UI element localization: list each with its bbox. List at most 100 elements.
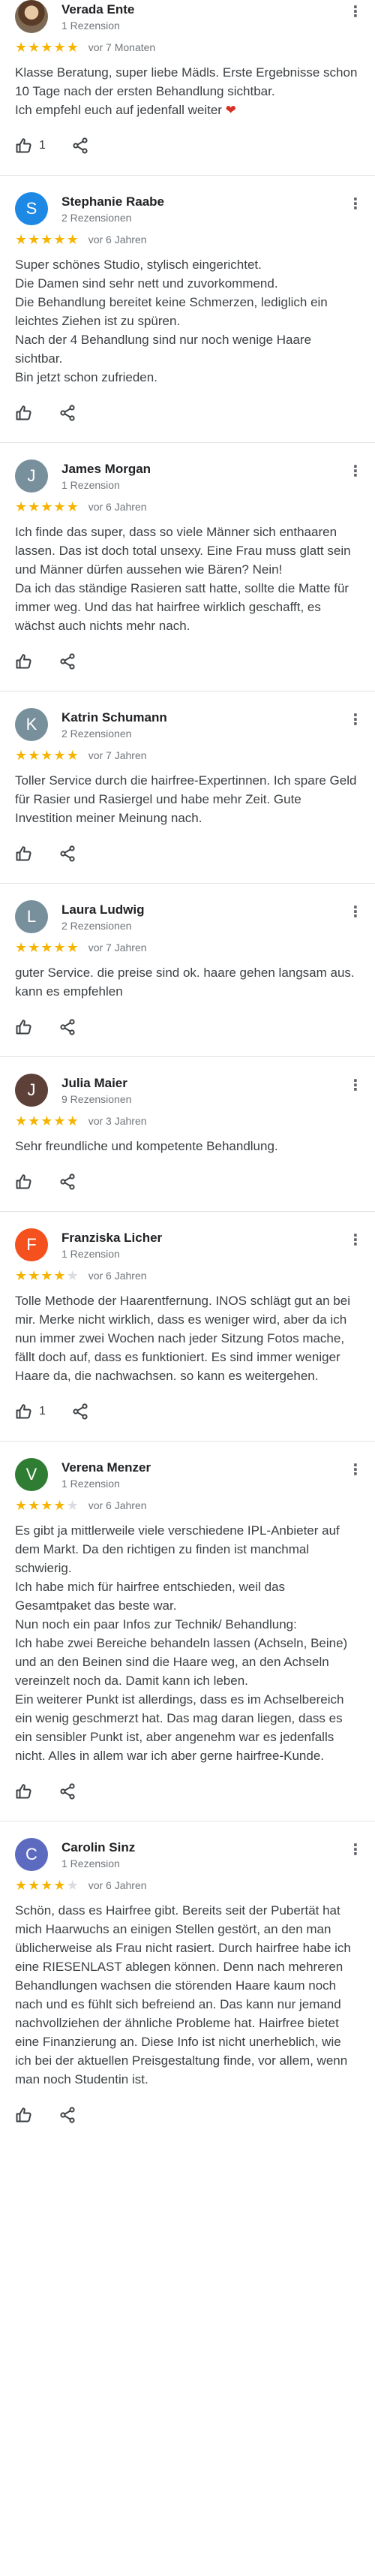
star-icon: ★	[66, 1268, 80, 1283]
share-button[interactable]	[71, 1402, 89, 1421]
review-text: Es gibt ja mittlerweile viele verschiede…	[15, 1523, 348, 1763]
review-count: 1 Rezension	[62, 1857, 120, 1869]
rating-row: ★★★★★ vor 7 Monaten	[15, 38, 358, 57]
reviewer-name[interactable]: Carolin Sinz	[62, 1839, 358, 1856]
avatar[interactable]: J	[15, 459, 48, 493]
reviewer-name[interactable]: Stephanie Raabe	[62, 194, 358, 210]
review-card: Verada Ente 1 Rezension ⋮ ★★★★★ vor 7 Monate…	[0, 0, 375, 176]
star-icon: ★	[15, 748, 28, 763]
share-icon	[71, 1402, 89, 1421]
avatar[interactable]: V	[15, 1458, 48, 1491]
like-count: 1	[39, 1405, 46, 1418]
avatar[interactable]: S	[15, 192, 48, 225]
star-icon: ★	[15, 40, 28, 55]
more-vert-icon[interactable]: ⋮	[348, 1461, 363, 1479]
share-button[interactable]	[58, 845, 76, 863]
star-icon: ★	[40, 940, 54, 955]
more-vert-icon[interactable]: ⋮	[348, 1231, 363, 1249]
more-vert-icon[interactable]: ⋮	[348, 1077, 363, 1095]
star-icon: ★	[40, 40, 54, 55]
star-icon: ★	[53, 1498, 67, 1513]
star-rating: ★★★★★	[15, 938, 80, 957]
star-icon: ★	[40, 1878, 54, 1893]
reviewer-name[interactable]: Julia Maier	[62, 1075, 358, 1092]
reviewer-name[interactable]: Katrin Schumann	[62, 710, 358, 726]
review-count: 2 Rezensionen	[62, 212, 132, 224]
rating-row: ★★★★★ vor 6 Jahren	[15, 1496, 358, 1515]
avatar[interactable]: K	[15, 708, 48, 741]
review-card: J James Morgan 1 Rezension ⋮ ★★★★★ vor 6 Jahr…	[0, 443, 375, 691]
like-button[interactable]	[15, 1018, 33, 1036]
avatar[interactable]: J	[15, 1074, 48, 1107]
review-header: K Katrin Schumann 2 Rezensionen ⋮	[15, 708, 363, 744]
avatar-letter: J	[27, 466, 36, 485]
star-icon: ★	[66, 1113, 80, 1128]
review-card: J Julia Maier 9 Rezensionen ⋮ ★★★★★ vor 3 Jah…	[0, 1057, 375, 1212]
review-text: guter Service. die preise sind ok. haare…	[15, 966, 355, 999]
review-text: Tolle Methode der Haarentfernung. INOS s…	[15, 1294, 350, 1383]
avatar[interactable]: C	[15, 1838, 48, 1871]
thumb-up-icon	[15, 2106, 33, 2124]
review-date: vor 6 Jahren	[88, 501, 147, 513]
review-actions	[15, 1007, 358, 1047]
review-date: vor 7 Jahren	[88, 749, 147, 761]
share-button[interactable]	[58, 1173, 76, 1191]
like-button[interactable]	[15, 1173, 33, 1191]
thumb-up-icon	[15, 845, 33, 863]
share-icon	[58, 404, 76, 422]
share-button[interactable]	[58, 652, 76, 670]
rating-row: ★★★★★ vor 6 Jahren	[15, 1266, 358, 1285]
more-vert-icon[interactable]: ⋮	[348, 3, 363, 21]
rating-row: ★★★★★ vor 6 Jahren	[15, 1876, 358, 1895]
like-button[interactable]	[15, 652, 33, 670]
star-icon: ★	[28, 748, 41, 763]
avatar[interactable]	[15, 0, 48, 33]
review-date: vor 6 Jahren	[88, 233, 147, 246]
star-icon: ★	[40, 499, 54, 514]
like-button[interactable]	[15, 2106, 33, 2124]
review-header: L Laura Ludwig 2 Rezensionen ⋮	[15, 900, 363, 936]
star-icon: ★	[53, 499, 67, 514]
star-icon: ★	[28, 499, 41, 514]
more-vert-icon[interactable]: ⋮	[348, 462, 363, 481]
thumb-up-icon	[15, 652, 33, 670]
avatar[interactable]: L	[15, 900, 48, 933]
like-button[interactable]	[15, 1782, 33, 1800]
star-rating: ★★★★★	[15, 1266, 80, 1285]
more-vert-icon[interactable]: ⋮	[348, 903, 363, 921]
star-icon: ★	[53, 232, 67, 247]
like-button[interactable]	[15, 404, 33, 422]
share-button[interactable]	[58, 2106, 76, 2124]
review-header: F Franziska Licher 1 Rezension ⋮	[15, 1228, 363, 1264]
share-button[interactable]	[58, 404, 76, 422]
star-icon: ★	[66, 940, 80, 955]
share-icon	[58, 652, 76, 670]
star-icon: ★	[28, 1113, 41, 1128]
share-button[interactable]	[71, 137, 89, 155]
reviewer-name[interactable]: Franziska Licher	[62, 1230, 358, 1246]
avatar-letter: F	[26, 1235, 37, 1254]
reviewer-name[interactable]: Verada Ente	[62, 2, 358, 18]
star-icon: ★	[28, 940, 41, 955]
share-button[interactable]	[58, 1782, 76, 1800]
review-count: 1 Rezension	[62, 20, 120, 32]
reviewer-name[interactable]: James Morgan	[62, 461, 358, 478]
review-text: Schön, dass es Hairfree gibt. Bereits se…	[15, 1903, 351, 2086]
thumb-up-icon	[15, 404, 33, 422]
like-button[interactable]	[15, 845, 33, 863]
like-button[interactable]: 1	[15, 1402, 46, 1421]
review-actions	[15, 1771, 358, 1812]
more-vert-icon[interactable]: ⋮	[348, 195, 363, 213]
share-button[interactable]	[58, 1018, 76, 1036]
like-button[interactable]: 1	[15, 137, 46, 155]
rating-row: ★★★★★ vor 7 Jahren	[15, 746, 358, 765]
reviewer-name[interactable]: Verena Menzer	[62, 1460, 358, 1476]
reviewer-name[interactable]: Laura Ludwig	[62, 902, 358, 918]
star-icon: ★	[66, 1498, 80, 1513]
avatar[interactable]: F	[15, 1228, 48, 1261]
rating-row: ★★★★★ vor 6 Jahren	[15, 497, 358, 517]
star-icon: ★	[53, 1878, 67, 1893]
more-vert-icon[interactable]: ⋮	[348, 1841, 363, 1859]
star-icon: ★	[15, 232, 28, 247]
more-vert-icon[interactable]: ⋮	[348, 711, 363, 729]
